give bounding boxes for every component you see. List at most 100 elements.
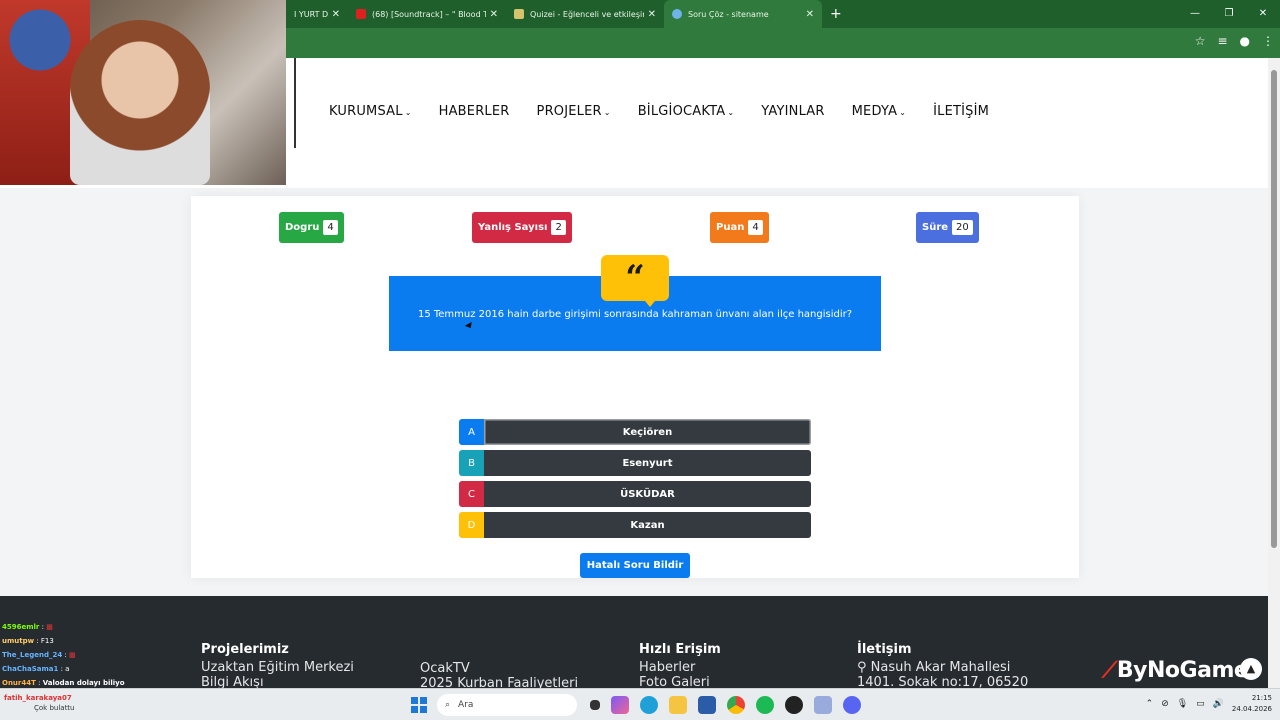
tab-title: Soru Çöz - sitename [688, 9, 769, 19]
store-icon[interactable] [698, 696, 716, 714]
copilot-icon[interactable] [611, 696, 629, 714]
footer-projects: Projelerimiz Uzaktan Eğitim Merkezi Bilg… [201, 642, 354, 688]
close-window-icon[interactable]: ✕ [1246, 0, 1280, 28]
stat-value: 4 [323, 220, 338, 235]
stream-chat: 4596emlr : ▩ umutpw : F13 The_Legend_24 … [2, 620, 192, 690]
youtube-icon [356, 9, 366, 19]
chat-message: umutpw : F13 [2, 637, 54, 645]
chevron-up-icon[interactable]: ⌃ [1146, 699, 1154, 709]
search-icon: ⌕ [445, 700, 451, 710]
stat-label: Süre [922, 222, 949, 233]
nav-yayinlar[interactable]: YAYINLAR [761, 104, 824, 119]
minimize-icon[interactable]: — [1178, 0, 1212, 28]
close-icon[interactable]: ✕ [332, 9, 340, 20]
chat-text: Valodan dolayı biliyo [42, 679, 125, 687]
report-question-button[interactable]: Hatalı Soru Bildir [580, 553, 690, 578]
chat-user: 4596emlr [2, 623, 40, 631]
menu-icon[interactable]: ⋮ [1262, 34, 1274, 48]
edge-icon[interactable] [640, 696, 658, 714]
tab-title: (68) [Soundtrack] – " Blood The [372, 9, 486, 19]
chevron-down-icon: ⌄ [899, 108, 907, 117]
windows-taskbar: fatih_karakaya07 Çok bulattu ⌕ Ara ⌃ ⊘ 🎙… [0, 688, 1280, 720]
option-letter: B [459, 450, 484, 476]
close-icon[interactable]: ✕ [648, 9, 656, 20]
clock[interactable]: 21:15 24.04.2026 [1232, 693, 1272, 715]
nav-kurumsal[interactable]: KURUMSAL ⌄ [329, 104, 412, 119]
tab-title: Quizei - Eğlenceli ve etkileşimli [530, 9, 644, 19]
brand-mark-icon: ⟋ [1102, 658, 1117, 683]
footer-link[interactable]: 2025 Kurban Faaliyetleri [420, 676, 578, 688]
bookmark-star-icon[interactable]: ☆ [1195, 34, 1206, 48]
emote-icon: ▩ [46, 623, 53, 631]
scrollbar[interactable] [1268, 58, 1280, 688]
option-text: Kazan [484, 512, 811, 538]
footer-link[interactable]: Foto Galeri [639, 675, 721, 688]
browser-tab[interactable]: Quizei - Eğlenceli ve etkileşimli ✕ [506, 0, 664, 28]
chat-user: The_Legend_24 [2, 651, 63, 659]
webcam-overlay [0, 0, 286, 185]
scrollbar-thumb[interactable] [1271, 70, 1277, 548]
quote-icon: “ [601, 255, 669, 307]
chat-message: The_Legend_24 : ▩ [2, 651, 76, 659]
footer-link[interactable]: OcakTV [420, 661, 578, 676]
media-icon[interactable]: ≡ [1217, 34, 1227, 48]
stat-label: Puan [716, 222, 745, 233]
nav-label: BİLGİOCAKTA [637, 104, 726, 119]
browser-tab[interactable]: I YURT D ✕ [286, 0, 348, 28]
chat-user: ChaChaSama1 [2, 665, 59, 673]
browser-tab-active[interactable]: Soru Çöz - sitename ✕ [664, 0, 822, 28]
footer-heading: İletişim [857, 642, 912, 657]
option-c[interactable]: C ÜSKÜDAR [459, 481, 811, 507]
chat-user: umutpw [2, 637, 35, 645]
microphone-icon[interactable]: 🎙 [1177, 699, 1188, 709]
footer-link[interactable]: Bilgi Akışı [201, 675, 354, 688]
nav-label: PROJELER [536, 104, 602, 119]
network-icon[interactable]: ⊘ [1161, 699, 1169, 709]
nav-projeler[interactable]: PROJELER ⌄ [537, 104, 611, 119]
obs-icon[interactable] [785, 696, 803, 714]
chat-message: ChaChaSama1 : a [2, 665, 70, 673]
footer-link[interactable]: Haberler [639, 660, 721, 675]
display-icon[interactable]: ▭ [1196, 699, 1205, 709]
option-text: ÜSKÜDAR [484, 481, 811, 507]
nav-medya[interactable]: MEDYA ⌄ [852, 104, 906, 119]
restore-icon[interactable]: ❐ [1212, 0, 1246, 28]
chevron-down-icon: ⌄ [603, 108, 611, 117]
option-b[interactable]: B Esenyurt [459, 450, 811, 476]
taskbar-apps [590, 696, 861, 714]
discord-icon[interactable] [843, 696, 861, 714]
windows-start-icon[interactable] [411, 697, 427, 713]
task-view-icon[interactable] [590, 700, 600, 710]
footer-projects-2: OcakTV 2025 Kurban Faaliyetleri [420, 661, 578, 688]
nav-iletisim[interactable]: İLETİŞİM [933, 104, 989, 119]
chat-message: Onur44T : Valodan dolayı biliyo [2, 679, 125, 687]
browser-tab[interactable]: (68) [Soundtrack] – " Blood The ✕ [348, 0, 506, 28]
footer-heading: Hızlı Erişim [639, 642, 721, 657]
stat-value: 2 [551, 220, 566, 235]
option-a[interactable]: A Keçiören [459, 419, 811, 445]
chat-text: F13 [40, 637, 54, 645]
map-pin-icon: ⚲ [857, 660, 867, 675]
scroll-top-button[interactable]: ▲ [1240, 658, 1262, 680]
footer-link[interactable]: Uzaktan Eğitim Merkezi [201, 660, 354, 675]
option-letter: A [459, 419, 484, 445]
close-icon[interactable]: ✕ [806, 9, 814, 20]
new-tab-button[interactable]: + [830, 6, 842, 22]
nav-haberler[interactable]: HABERLER [439, 104, 510, 119]
volume-icon[interactable]: 🔊 [1213, 699, 1224, 709]
footer-address: ⚲ Nasuh Akar Mahallesi [857, 660, 1028, 675]
file-explorer-icon[interactable] [669, 696, 687, 714]
app-icon[interactable] [814, 696, 832, 714]
option-d[interactable]: D Kazan [459, 512, 811, 538]
close-icon[interactable]: ✕ [490, 9, 498, 20]
nav-bilgiocakta[interactable]: BİLGİOCAKTA ⌄ [638, 104, 735, 119]
taskbar-search[interactable]: ⌕ Ara [437, 694, 577, 716]
option-text: Esenyurt [484, 450, 811, 476]
profile-avatar-icon[interactable]: ● [1240, 34, 1250, 48]
spotify-icon[interactable] [756, 696, 774, 714]
chevron-down-icon: ⌄ [727, 108, 735, 117]
chevron-down-icon: ⌄ [404, 108, 412, 117]
option-text: Keçiören [484, 419, 811, 445]
chrome-icon[interactable] [727, 696, 745, 714]
quiz-card: Dogru 4 Yanlış Sayısı 2 Puan 4 Süre 20 1… [191, 196, 1079, 578]
